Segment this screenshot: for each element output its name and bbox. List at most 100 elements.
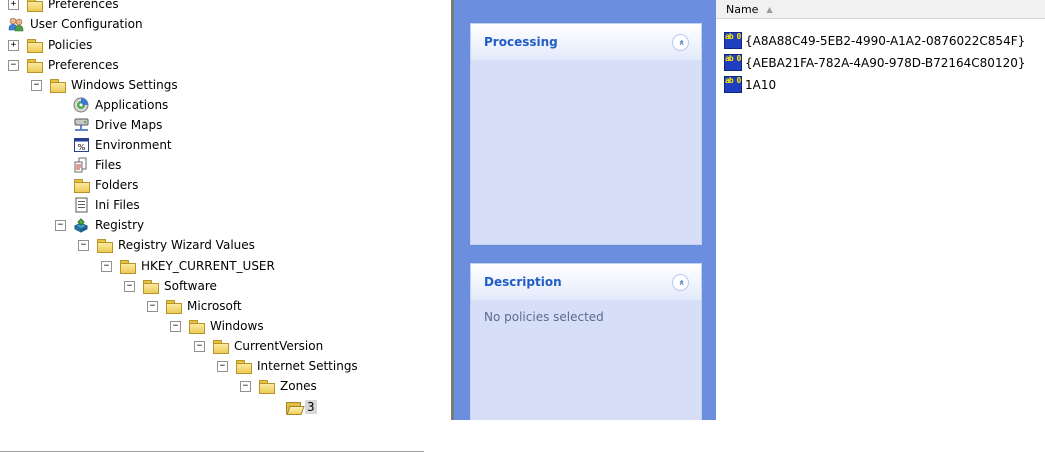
collapse-icon[interactable]: − — [8, 59, 19, 71]
tree-item-applications[interactable]: Applications — [73, 95, 170, 115]
registry-list-view[interactable]: Name ▲ ab 01 {A8A88C49-5EB2-4990-A1A2-08… — [716, 0, 1045, 420]
tree-item-label: HKEY_CURRENT_USER — [141, 259, 275, 273]
folder-icon — [212, 338, 229, 354]
tree-item-ini-files[interactable]: Ini Files — [73, 195, 142, 215]
collapse-icon[interactable]: − — [55, 219, 66, 231]
tree-item-currentversion[interactable]: − CurrentVersion — [194, 336, 325, 356]
tree-item-label: Preferences — [48, 58, 119, 72]
processing-panel: Processing « — [470, 23, 702, 245]
folder-icon — [165, 298, 182, 314]
folder-icon — [119, 258, 136, 274]
tree-item-preferences[interactable]: − Preferences — [8, 55, 121, 75]
column-header-name[interactable]: Name ▲ — [716, 0, 1045, 19]
folder-open-icon — [285, 399, 302, 415]
tree-item-windows[interactable]: − Windows — [170, 316, 266, 336]
tree-item-preferences-partial[interactable]: + Preferences — [8, 0, 121, 14]
tree-item-label: Windows — [210, 319, 264, 333]
tree-item-files[interactable]: Files — [73, 155, 123, 175]
collapse-icon[interactable]: − — [170, 320, 181, 332]
folders-icon — [73, 177, 90, 193]
expand-icon[interactable]: + — [8, 0, 19, 10]
folder-icon — [235, 358, 252, 374]
folder-icon — [188, 318, 205, 334]
description-text: No policies selected — [484, 310, 604, 324]
tree-item-policies[interactable]: + Policies — [8, 35, 94, 55]
tree-item-zone-3[interactable]: 3 — [285, 397, 317, 417]
folder-icon — [26, 0, 43, 12]
tree-item-label: Preferences — [48, 0, 119, 11]
tree-item-label: Windows Settings — [71, 78, 178, 92]
tree-item-user-configuration[interactable]: User Configuration — [8, 14, 145, 34]
tree-item-drive-maps[interactable]: Drive Maps — [73, 115, 164, 135]
tree-item-windows-settings[interactable]: − Windows Settings — [31, 75, 180, 95]
collapse-icon[interactable]: − — [124, 280, 135, 292]
folder-icon — [96, 237, 113, 253]
tree-item-label-selected: 3 — [305, 400, 317, 414]
list-item-label: {AEBA21FA-782A-4A90-978D-B72164C80120} — [745, 55, 1026, 70]
sort-ascending-icon: ▲ — [766, 4, 773, 14]
tree-item-label: Microsoft — [187, 299, 242, 313]
column-header-label: Name — [726, 2, 759, 16]
environment-icon: % — [73, 137, 90, 153]
tree-item-label: Registry — [95, 218, 145, 232]
collapse-icon[interactable]: − — [78, 239, 89, 251]
svg-text:%: % — [78, 143, 86, 152]
folder-icon — [26, 57, 43, 73]
description-panel: Description « No policies selected — [470, 263, 702, 420]
tree-item-label: Folders — [95, 178, 139, 192]
tree-item-label: Applications — [95, 98, 169, 112]
tree-item-label: Registry Wizard Values — [118, 238, 255, 252]
list-item[interactable]: ab 01 {AEBA21FA-782A-4A90-978D-B72164C80… — [724, 53, 1025, 72]
ini-files-icon — [73, 197, 90, 213]
collapse-icon[interactable]: − — [101, 260, 112, 272]
collapse-icon[interactable]: − — [31, 79, 42, 91]
processing-panel-title: Processing — [484, 35, 558, 49]
registry-value-icon: ab 01 — [724, 54, 742, 71]
collapse-chevron-icon[interactable]: « — [672, 34, 689, 51]
console-tree[interactable]: + Preferences User Configuration + Polic… — [0, 0, 440, 420]
description-panel-title: Description — [484, 275, 562, 289]
tree-item-label: Policies — [48, 38, 93, 52]
drive-maps-icon — [73, 117, 90, 133]
collapse-icon[interactable]: − — [217, 360, 228, 372]
tree-item-label: Zones — [280, 379, 317, 393]
registry-value-icon: ab 01 — [724, 32, 742, 49]
applications-icon — [73, 97, 90, 113]
tree-item-label: Ini Files — [95, 198, 140, 212]
folder-icon — [49, 77, 66, 93]
collapse-icon[interactable]: − — [194, 340, 205, 352]
tree-item-microsoft[interactable]: − Microsoft — [147, 296, 244, 316]
tree-item-label: Internet Settings — [257, 359, 358, 373]
tree-item-folders[interactable]: Folders — [73, 175, 140, 195]
task-pane: Processing « Description « No policies s… — [454, 0, 716, 420]
processing-panel-header[interactable]: Processing « — [471, 24, 701, 60]
list-item[interactable]: ab 01 1A10 — [724, 75, 776, 94]
tree-item-software[interactable]: − Software — [124, 276, 219, 296]
tree-item-registry[interactable]: − Registry — [55, 215, 146, 235]
registry-icon — [73, 217, 90, 233]
tree-item-hkey-current-user[interactable]: − HKEY_CURRENT_USER — [101, 256, 277, 276]
tree-item-zones[interactable]: − Zones — [240, 376, 319, 396]
description-panel-header[interactable]: Description « — [471, 264, 701, 300]
tree-item-registry-wizard-values[interactable]: − Registry Wizard Values — [78, 235, 257, 255]
tree-item-label: Files — [95, 158, 122, 172]
files-icon — [73, 157, 90, 173]
tree-item-internet-settings[interactable]: − Internet Settings — [217, 356, 360, 376]
tree-item-label: Environment — [95, 138, 172, 152]
collapse-icon[interactable]: − — [147, 300, 158, 312]
list-item-label: {A8A88C49-5EB2-4990-A1A2-0876022C854F} — [745, 33, 1026, 48]
tree-item-label: CurrentVersion — [234, 339, 324, 353]
tree-item-label: Software — [164, 279, 217, 293]
users-icon — [8, 16, 25, 32]
folder-icon — [26, 37, 43, 53]
collapse-chevron-icon[interactable]: « — [672, 274, 689, 291]
expand-icon[interactable]: + — [8, 39, 19, 51]
tree-item-environment[interactable]: % Environment — [73, 135, 174, 155]
tree-item-label: User Configuration — [30, 17, 143, 31]
folder-icon — [258, 378, 275, 394]
registry-value-icon: ab 01 — [724, 76, 742, 93]
list-item-label: 1A10 — [745, 77, 777, 92]
list-item[interactable]: ab 01 {A8A88C49-5EB2-4990-A1A2-0876022C8… — [724, 31, 1025, 50]
collapse-icon[interactable]: − — [240, 380, 251, 392]
tree-item-label: Drive Maps — [95, 118, 163, 132]
